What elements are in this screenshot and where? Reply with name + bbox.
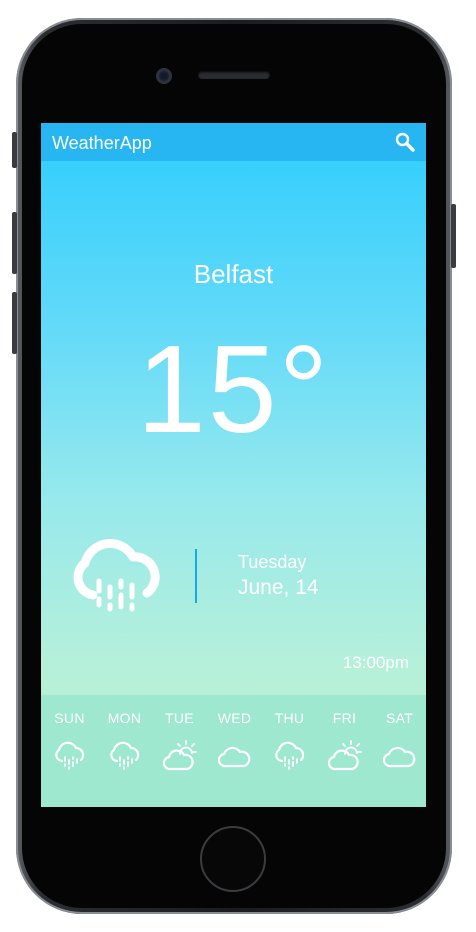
forecast-day-tue[interactable]: TUE <box>152 695 207 807</box>
current-time: 13:00pm <box>342 653 409 672</box>
forecast-day-wed[interactable]: WED <box>207 695 262 807</box>
forecast-day-label: WED <box>217 710 252 726</box>
power-button <box>451 204 456 268</box>
cloud-icon <box>383 746 416 768</box>
current-day: Tuesday <box>238 552 307 572</box>
forecast-day-sun[interactable]: SUN <box>42 695 97 807</box>
divider-line <box>195 549 197 603</box>
city-name: Belfast <box>193 259 274 289</box>
partly-sunny-icon <box>328 740 362 771</box>
current-date: June, 14 <box>238 576 319 599</box>
search-icon[interactable] <box>394 131 416 153</box>
app-title: WeatherApp <box>52 133 152 153</box>
forecast-day-fri[interactable]: FRI <box>317 695 372 807</box>
cloud-rain-icon <box>55 741 85 770</box>
volume-down-button <box>12 292 17 354</box>
forecast-day-label: TUE <box>165 710 194 726</box>
cloud-rain-icon <box>110 741 140 770</box>
forecast-day-label: THU <box>274 710 305 726</box>
home-button[interactable] <box>200 826 266 892</box>
front-camera-icon <box>156 68 172 84</box>
current-temperature: 15° <box>136 321 331 459</box>
forecast-day-mon[interactable]: MON <box>97 695 152 807</box>
cloud-icon <box>218 746 251 768</box>
app-bar: WeatherApp <box>41 123 426 161</box>
forecast-day-sat[interactable]: SAT <box>372 695 426 807</box>
volume-up-button <box>12 212 17 274</box>
forecast-day-label: SUN <box>54 710 85 726</box>
app-screen: WeatherApp Belfast 15° Tuesday June, 14 … <box>41 123 426 807</box>
earpiece-speaker <box>198 71 270 79</box>
forecast-day-thu[interactable]: THU <box>262 695 317 807</box>
forecast-day-label: SAT <box>385 710 414 726</box>
cloud-rain-icon <box>73 538 160 612</box>
forecast-strip: SUN MON TUE WED THU FRI SAT <box>41 695 426 807</box>
partly-sunny-icon <box>163 740 197 771</box>
forecast-day-label: MON <box>107 710 142 726</box>
cloud-rain-icon <box>275 741 305 770</box>
mute-switch <box>12 132 17 168</box>
forecast-day-label: FRI <box>332 710 357 726</box>
